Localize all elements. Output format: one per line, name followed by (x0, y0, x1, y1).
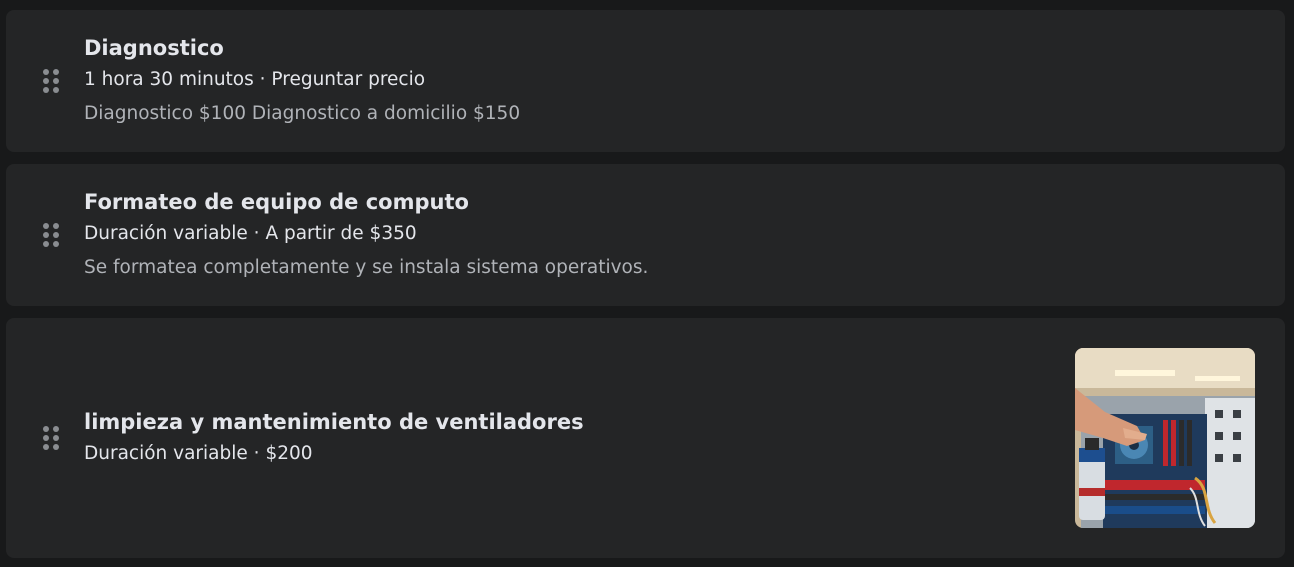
drag-handle-icon[interactable] (42, 222, 60, 248)
service-card[interactable]: Formateo de equipo de computo Duración v… (6, 164, 1285, 306)
service-card[interactable]: Diagnostico 1 hora 30 minutos · Pregunta… (6, 10, 1285, 152)
service-duration: Duración variable (84, 223, 248, 244)
service-text: Diagnostico 1 hora 30 minutos · Pregunta… (84, 33, 1025, 129)
drag-handle-icon[interactable] (42, 68, 60, 94)
service-text: limpieza y mantenimiento de ventiladores… (84, 407, 1025, 469)
service-price: A partir de $350 (265, 223, 417, 244)
service-price: $200 (265, 443, 313, 464)
service-title: Formateo de equipo de computo (84, 190, 469, 214)
service-meta: Duración variable · A partir de $350 (84, 219, 1025, 249)
meta-separator: · (253, 69, 272, 90)
drag-handle-icon[interactable] (42, 425, 60, 451)
meta-separator: · (247, 443, 266, 464)
computer-cleaning-photo[interactable] (1075, 348, 1255, 528)
service-meta: Duración variable · $200 (84, 439, 1025, 469)
service-duration: Duración variable (84, 443, 248, 464)
service-description: Se formatea completamente y se instala s… (84, 257, 649, 278)
service-title: Diagnostico (84, 36, 224, 60)
service-meta: 1 hora 30 minutos · Preguntar precio (84, 65, 1025, 95)
service-title: limpieza y mantenimiento de ventiladores (84, 410, 584, 434)
service-card[interactable]: limpieza y mantenimiento de ventiladores… (6, 318, 1285, 558)
meta-separator: · (247, 223, 266, 244)
service-price: Preguntar precio (271, 69, 426, 90)
services-list: Diagnostico 1 hora 30 minutos · Pregunta… (0, 0, 1294, 567)
service-duration: 1 hora 30 minutos (84, 69, 254, 90)
service-text: Formateo de equipo de computo Duración v… (84, 187, 1025, 283)
service-description: Diagnostico $100 Diagnostico a domicilio… (84, 103, 521, 124)
